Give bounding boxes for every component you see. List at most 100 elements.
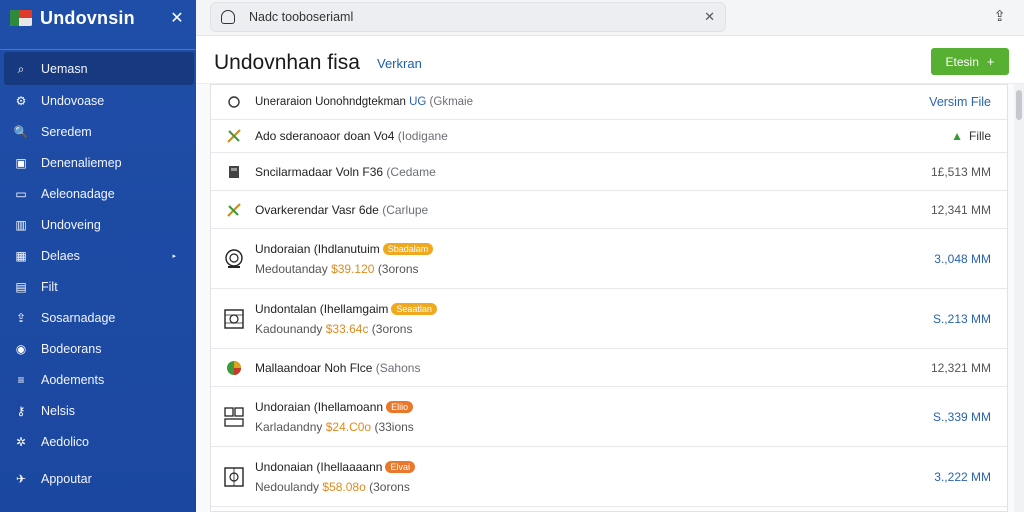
sidebar-item-label: Undoveing xyxy=(41,217,101,232)
row-text: Mallaandoar Noh Flce (Sahons xyxy=(255,361,420,375)
safe-icon xyxy=(223,466,245,488)
row-text: Undontalan (Ihellamgaim Seaatlan Kadounand… xyxy=(255,302,437,336)
safe-icon xyxy=(223,308,245,330)
row-count: (33ions xyxy=(374,419,414,434)
primary-action-button[interactable]: Etesin + xyxy=(931,48,1009,75)
scrollbar[interactable] xyxy=(1014,84,1024,512)
table-row[interactable]: Sncilarmadaar Voln F36 (Cedame 1£,513 MM xyxy=(211,153,1007,191)
row-text: Undoraian (Ihdlanutuim Sbadalam Medoutanda… xyxy=(255,241,434,276)
chat-icon: ◉ xyxy=(15,341,27,356)
sidebar-item-1[interactable]: ⚙ Undovoase xyxy=(0,85,196,116)
status-badge: Elvai xyxy=(385,460,415,473)
row-size: 12,341 MM xyxy=(930,202,991,217)
sidebar-item-label: Sosarnadage xyxy=(41,310,116,325)
row-text: Uneraraion Uonohndgtekman UG (Gkmaie xyxy=(255,96,473,108)
clock-icon xyxy=(223,248,245,270)
row-size: 3.,222 MM xyxy=(934,469,991,484)
sidebar-item-4[interactable]: ▭ Aeleonadage xyxy=(0,178,196,209)
row-title: Undoraian (Ihellamoann xyxy=(255,399,384,414)
row-title: Undonaian (Ihellaaaann xyxy=(255,459,383,474)
row-size: 1£,513 MM xyxy=(930,164,991,179)
grid-icon xyxy=(223,406,245,428)
settings-icon: ⚙ xyxy=(15,93,27,108)
search-icon: 🔍 xyxy=(13,124,29,139)
table-row[interactable]: Undoraian (Ihdlanutuim Sbadalam Medoutanda… xyxy=(211,229,1007,289)
sidebar-item-10[interactable]: ≡ Aodements xyxy=(0,364,196,395)
sidebar-header: Undovnsin ✕ xyxy=(0,0,196,36)
bell-icon xyxy=(221,10,235,24)
row-size: 3.,048 MM xyxy=(934,251,991,266)
row-title: Ovarkerendar Vasr 6de xyxy=(255,202,379,217)
sidebar-item-11[interactable]: ⚷ Nelsis xyxy=(0,395,196,426)
sidebar-item-label: Filt xyxy=(41,279,58,294)
page-header: Undovnhan fisa Verkran Etesin + xyxy=(196,36,1024,84)
sidebar-item-label: Bodeorans xyxy=(41,341,102,356)
file-upload-icon: ▲ xyxy=(951,129,963,143)
version-file-link[interactable]: Versim File xyxy=(929,95,991,109)
sidebar-item-9[interactable]: ◉ Bodeorans xyxy=(0,333,196,364)
row-size: S.,213 MM xyxy=(932,311,991,326)
row-text: Ado sderanoaor doan Vo4 (Iodigane xyxy=(255,129,448,143)
row-meta: (Cedame xyxy=(386,164,436,179)
row-text: Sncilarmadaar Voln F36 (Cedame xyxy=(255,165,436,179)
sidebar-item-label: Appoutar xyxy=(41,471,92,486)
sidebar-item-8[interactable]: ⇪ Sosarnadage xyxy=(0,302,196,333)
sidebar-item-0[interactable]: ⌕ Uemasn xyxy=(4,52,194,85)
sidebar-item-label: Undovoase xyxy=(41,93,105,108)
sidebar-item-2[interactable]: 🔍 Seredem xyxy=(0,116,196,147)
row-size: 12,321 MM xyxy=(930,360,991,375)
sidebar-item-label: Uemasn xyxy=(41,61,88,76)
row-size[interactable]: ▲ Fille xyxy=(951,129,991,143)
scrollbar-thumb[interactable] xyxy=(1016,90,1022,120)
list-icon: ≡ xyxy=(17,372,25,387)
row-count: (3orons xyxy=(369,479,410,494)
row-title: Mallaandoar Noh Flce xyxy=(255,360,373,375)
sidebar-item-6[interactable]: ▦ Delaes ▸ xyxy=(0,240,196,271)
sidebar-item-12[interactable]: ✲ Aedolico xyxy=(0,426,196,457)
sidebar: Undovnsin ✕ ⌕ Uemasn ⚙ Undovoase 🔍 Seredem ▣ De… xyxy=(0,0,196,512)
row-count: (3orons xyxy=(377,261,419,276)
share-icon[interactable]: ⇪ xyxy=(993,7,1006,25)
row-price: $33.64c xyxy=(325,321,369,336)
sidebar-item-3[interactable]: ▣ Denenaliemep xyxy=(0,147,196,178)
sidebar-item-13[interactable]: ✈ Appoutar xyxy=(0,463,196,494)
plane-icon: ✈ xyxy=(15,471,27,486)
table-row[interactable]: Mallaandoar Noh Flce (Sahons 12,321 MM xyxy=(211,349,1007,387)
sidebar-item-label: Nelsis xyxy=(41,403,76,418)
tab-close-icon[interactable]: ✕ xyxy=(704,9,715,25)
row-count: (3orons xyxy=(371,321,413,336)
tab-label: Nadc tooboseriaml xyxy=(249,10,354,24)
sidebar-item-label: Aodements xyxy=(41,372,105,387)
table-row[interactable]: Undonaian (Ihellaaaann Elvai Nedoulandy $5… xyxy=(211,447,1007,507)
status-badge: Eliio xyxy=(386,400,414,413)
row-tag: UG xyxy=(409,96,427,108)
search-icon: ⌕ xyxy=(17,61,25,76)
row-price: $58.08o xyxy=(322,479,366,494)
main-area: Nadc tooboseriaml ✕ ⇪ Undovnhan fisa Ver… xyxy=(196,0,1024,512)
page-subtitle-link[interactable]: Verkran xyxy=(377,56,422,71)
table-row[interactable]: Ovarkerendar Vasr 6de (Carlupe 12,341 MM xyxy=(211,191,1007,229)
tools-icon xyxy=(223,125,245,147)
top-bar: Nadc tooboseriaml ✕ ⇪ xyxy=(196,0,1024,36)
row-title: Sncilarmadaar Voln F36 xyxy=(255,164,384,179)
briefcase-icon: ▣ xyxy=(15,155,27,170)
table-row[interactable]: Uneraraion Uonohndgtekman UG (Gkmaie Vers… xyxy=(211,85,1007,120)
row-text: Ovarkerendar Vasr 6de (Carlupe xyxy=(255,203,428,217)
file-icon: ▤ xyxy=(15,279,27,294)
primary-action-label: Etesin xyxy=(945,54,979,69)
row-meta: (Gkmaie xyxy=(429,96,474,108)
table-row[interactable]: Ado sderanoaor doan Vo4 (Iodigane ▲ Fille xyxy=(211,120,1007,153)
tab-active[interactable]: Nadc tooboseriaml ✕ xyxy=(210,2,726,32)
page-title: Undovnhan fisa xyxy=(214,51,360,74)
sidebar-item-7[interactable]: ▤ Filt xyxy=(0,271,196,302)
row-meta: (Sahons xyxy=(375,360,421,375)
chevron-right-icon: ▸ xyxy=(172,253,176,260)
row-price: $39.120 xyxy=(331,261,375,276)
sidebar-item-5[interactable]: ▥ Undoveing xyxy=(0,209,196,240)
sidebar-close-button[interactable]: ✕ xyxy=(168,8,186,28)
row-price: $24.C0o xyxy=(325,419,372,434)
row-text: Undoraian (Ihellamoann Eliio Karladandny $… xyxy=(255,400,414,434)
table-row[interactable]: Undoraian (Ihellamoann Eliio Karladandny $… xyxy=(211,387,1007,447)
table-row[interactable]: Undontalan (Ihellamgaim Seaatlan Kadounand… xyxy=(211,289,1007,349)
row-title: Undoraian (Ihdlanutuim xyxy=(255,241,380,256)
